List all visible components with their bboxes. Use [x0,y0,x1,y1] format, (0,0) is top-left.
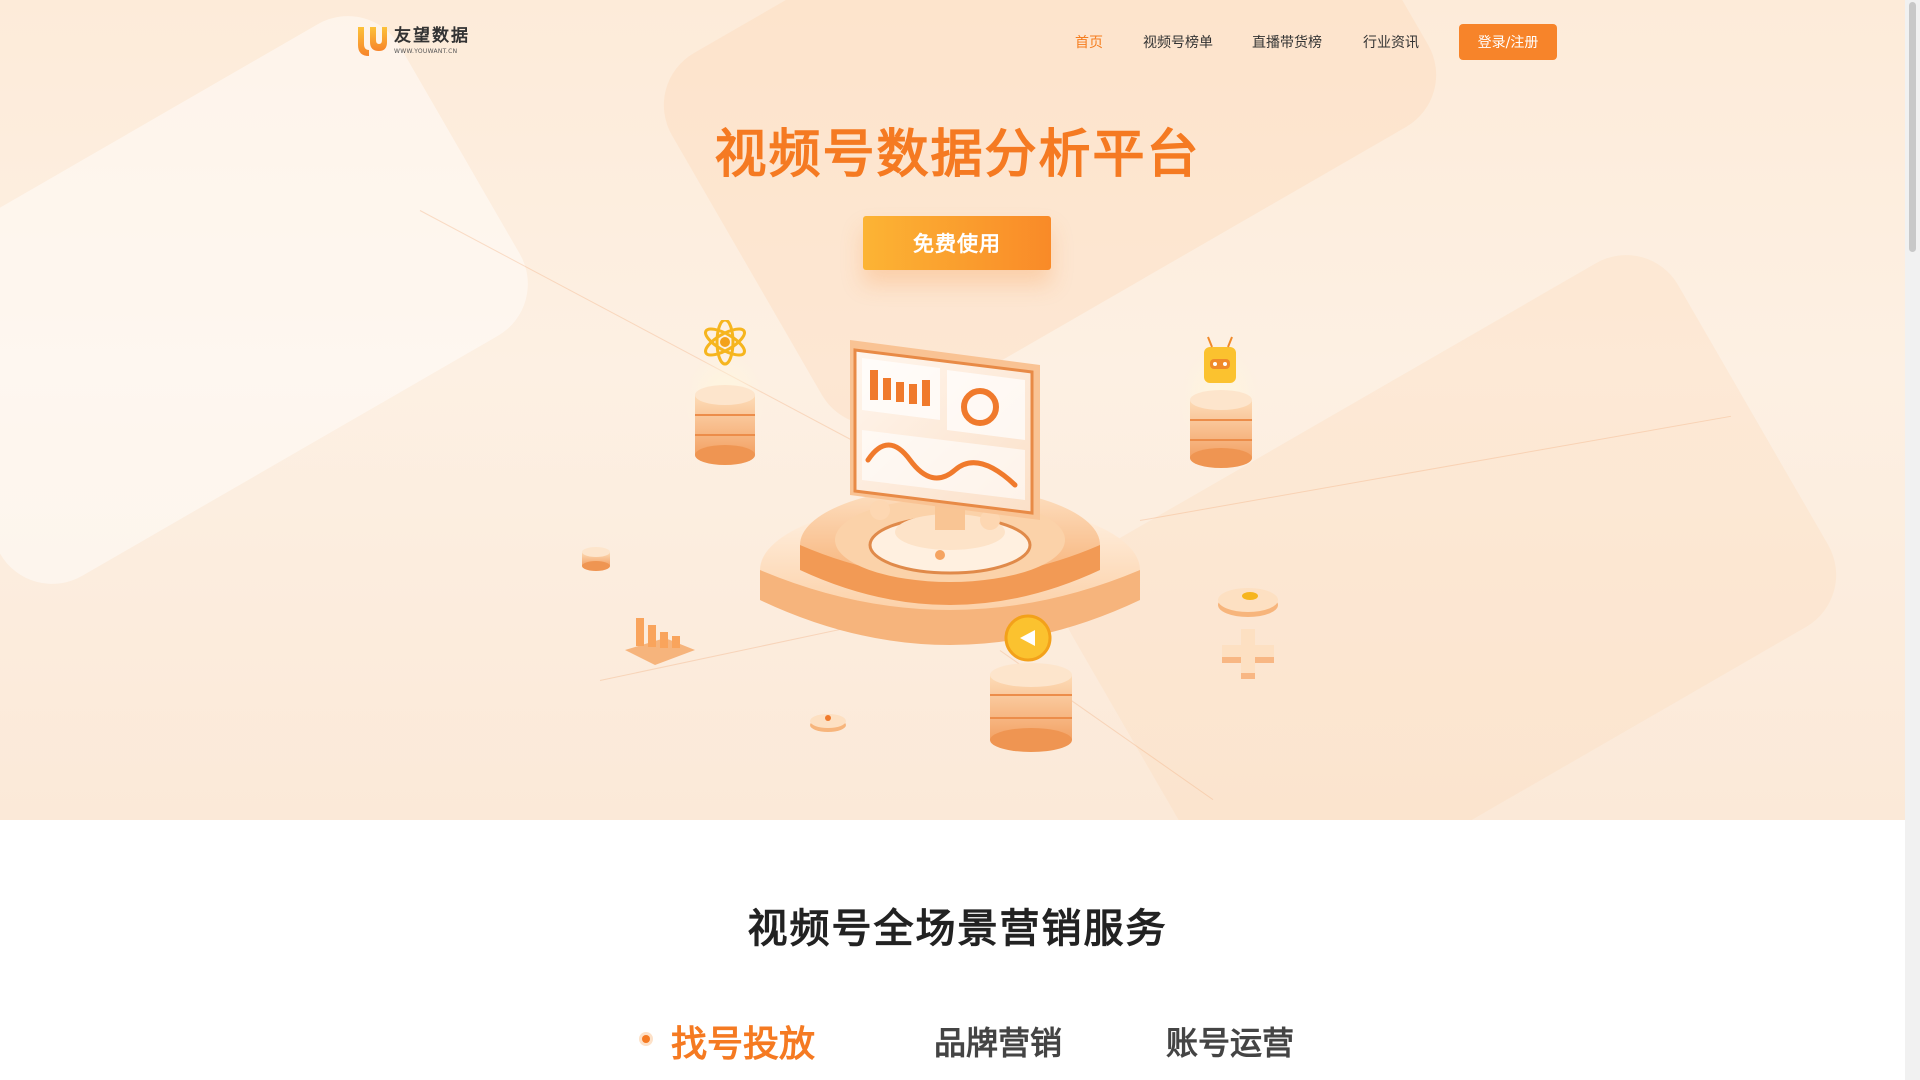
hero-illustration [582,320,1278,752]
services-title: 视频号全场景营销服务 [747,906,1168,952]
bar-chart-icon [625,618,695,665]
logo-url: WWW.YOUWANT.CN [394,47,458,55]
small-disc-bottom [810,714,846,732]
tab-brand-marketing[interactable]: 品牌营销 [934,1018,1062,1064]
nav-item-industry-news[interactable]: 行业资讯 [1363,32,1419,52]
login-register-button[interactable]: 登录/注册 [1459,24,1557,60]
logo-icon [356,24,388,58]
robot-icon [1204,336,1236,383]
disc-right [1218,588,1278,617]
coin-stack-bottom [990,663,1072,752]
tab-account-operations[interactable]: 账号运营 [1166,1018,1294,1064]
tab-find-accounts[interactable]: 找号投放 [671,1015,815,1067]
hero-bg-shape [0,0,550,606]
play-button-icon [1004,614,1052,662]
platform-base [760,487,1140,645]
free-trial-button[interactable]: 免费使用 [863,216,1051,270]
small-coin-left [582,547,610,571]
nav-item-home[interactable]: 首页 [1075,32,1103,52]
coin-stack-left [685,350,765,465]
logo-name: 友望数据 [394,25,470,46]
monitor [850,340,1040,520]
services-tabs: 找号投放 品牌营销 账号运营 [0,1018,1915,1068]
nav-item-live-sales-rankings[interactable]: 直播带货榜 [1252,32,1322,52]
nav-item-video-rankings[interactable]: 视频号榜单 [1143,32,1213,52]
logo[interactable]: 友望数据 WWW.YOUWANT.CN [356,24,470,58]
plus-icon [1222,629,1274,679]
hero-title: 视频号数据分析平台 [714,125,1201,185]
page-scrollbar[interactable] [1905,0,1920,1080]
scrollbar-thumb[interactable] [1909,2,1916,252]
